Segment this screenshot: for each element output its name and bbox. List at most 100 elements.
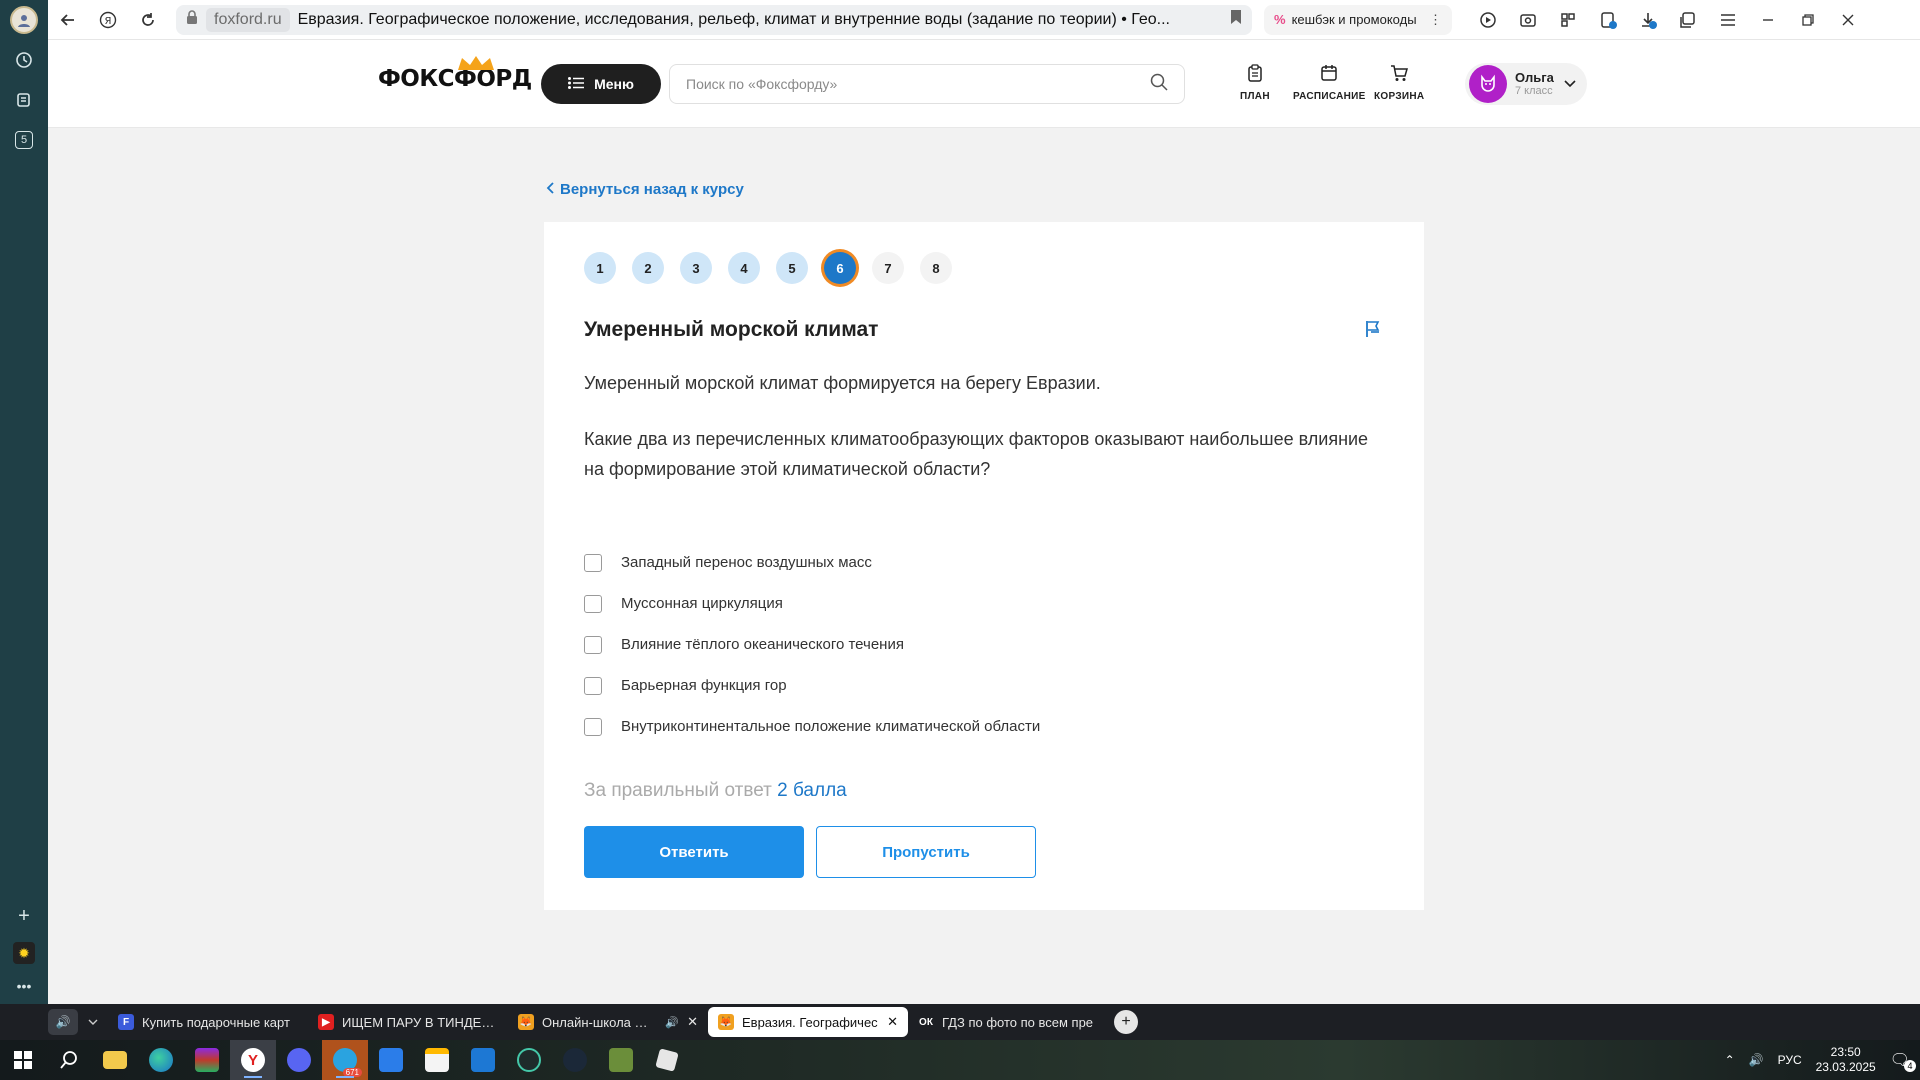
svg-text:Я: Я bbox=[105, 16, 112, 27]
report-flag-icon[interactable] bbox=[1364, 320, 1382, 343]
bookmark-icon[interactable] bbox=[1230, 9, 1242, 30]
collections-icon[interactable] bbox=[10, 86, 38, 114]
step-5[interactable]: 5 bbox=[776, 252, 808, 284]
tab-foxford-school[interactable]: 🦊 Онлайн-школа Фокс 🔊 ✕ bbox=[508, 1007, 708, 1037]
menu-list-icon bbox=[568, 76, 585, 92]
yandex-browser-icon[interactable]: Y bbox=[230, 1040, 276, 1080]
step-3[interactable]: 3 bbox=[680, 252, 712, 284]
system-tray: ⌃ 🔊 РУС 23:50 23.03.2025 🗨 4 bbox=[1725, 1040, 1920, 1080]
checkbox[interactable] bbox=[584, 594, 602, 613]
roblox-icon[interactable] bbox=[644, 1040, 690, 1080]
menu-button[interactable]: Меню bbox=[541, 64, 661, 104]
security-check-icon[interactable] bbox=[1588, 0, 1628, 40]
minecraft-icon[interactable] bbox=[598, 1040, 644, 1080]
game-app-icon[interactable]: ✹ bbox=[13, 942, 35, 964]
tab-dropdown-icon[interactable] bbox=[78, 1009, 108, 1035]
user-grade: 7 класс bbox=[1515, 85, 1553, 97]
cashback-button[interactable]: % кешбэк и промокоды ⋮ bbox=[1264, 4, 1452, 35]
option-2[interactable]: Муссонная циркуляция bbox=[584, 583, 1040, 624]
search-taskbar-icon[interactable] bbox=[46, 1040, 92, 1080]
tab-gift-cards[interactable]: F Купить подарочные карт bbox=[108, 1007, 308, 1037]
option-5[interactable]: Внутриконтинентальное положение климатич… bbox=[584, 706, 1040, 747]
steam-icon[interactable] bbox=[552, 1040, 598, 1080]
tray-expand-icon[interactable]: ⌃ bbox=[1725, 1053, 1735, 1067]
step-8[interactable]: 8 bbox=[920, 252, 952, 284]
checkbox[interactable] bbox=[584, 635, 602, 654]
step-1[interactable]: 1 bbox=[584, 252, 616, 284]
file-explorer-icon[interactable] bbox=[92, 1040, 138, 1080]
telegram-icon[interactable]: 671 bbox=[322, 1040, 368, 1080]
profile-avatar[interactable] bbox=[10, 6, 38, 34]
xbox-icon[interactable] bbox=[506, 1040, 552, 1080]
site-search[interactable] bbox=[669, 64, 1185, 104]
step-6-current[interactable]: 6 bbox=[824, 252, 856, 284]
clock-time: 23:50 bbox=[1830, 1045, 1861, 1059]
badge-5-icon[interactable]: 5 bbox=[10, 126, 38, 154]
hamburger-icon[interactable] bbox=[1708, 0, 1748, 40]
history-icon[interactable] bbox=[10, 46, 38, 74]
option-1[interactable]: Западный перенос воздушных масс bbox=[584, 542, 1040, 583]
tab-gdz[interactable]: ОК ГДЗ по фото по всем пре bbox=[908, 1007, 1108, 1037]
nav-plan-label: ПЛАН bbox=[1240, 91, 1270, 102]
tabs-icon[interactable] bbox=[1668, 0, 1708, 40]
tab-favicon: ОК bbox=[918, 1014, 934, 1030]
notepad-icon[interactable] bbox=[460, 1040, 506, 1080]
back-arrow-icon[interactable] bbox=[48, 0, 88, 40]
option-3[interactable]: Влияние тёплого океанического течения bbox=[584, 624, 1040, 665]
close-window-icon[interactable] bbox=[1828, 0, 1868, 40]
search-input[interactable] bbox=[686, 76, 1150, 92]
tab-close-icon[interactable]: ✕ bbox=[887, 1014, 898, 1030]
logo-text: ФОКСФОРД bbox=[378, 66, 532, 92]
store-icon[interactable] bbox=[414, 1040, 460, 1080]
option-label: Влияние тёплого океанического течения bbox=[621, 636, 904, 653]
restore-icon[interactable] bbox=[1788, 0, 1828, 40]
language-indicator[interactable]: РУС bbox=[1778, 1053, 1802, 1067]
nav-plan[interactable]: ПЛАН bbox=[1240, 64, 1270, 102]
app-window-icon[interactable] bbox=[368, 1040, 414, 1080]
add-icon[interactable]: + bbox=[18, 905, 30, 928]
browser-toolbar: Я foxford.ru Евразия. Географическое пол… bbox=[48, 0, 1920, 40]
tab-youtube[interactable]: ▶ ИЩЕМ ПАРУ В ТИНДЕРЕ bbox=[308, 1007, 508, 1037]
option-4[interactable]: Барьерная функция гор bbox=[584, 665, 1040, 706]
winrar-icon[interactable] bbox=[184, 1040, 230, 1080]
yandex-icon[interactable]: Я bbox=[88, 0, 128, 40]
skip-button[interactable]: Пропустить bbox=[816, 826, 1036, 878]
telegram-badge: 671 bbox=[342, 1068, 362, 1077]
tab-eurasia-active[interactable]: 🦊 Евразия. Географичес ✕ bbox=[708, 1007, 908, 1037]
minimize-icon[interactable] bbox=[1748, 0, 1788, 40]
downloads-icon[interactable] bbox=[1628, 0, 1668, 40]
start-icon[interactable] bbox=[0, 1040, 46, 1080]
tab-close-icon[interactable]: ✕ bbox=[687, 1014, 698, 1030]
new-tab-icon[interactable]: + bbox=[1114, 1010, 1138, 1034]
notifications-icon[interactable]: 🗨 4 bbox=[1890, 1050, 1916, 1072]
reload-icon[interactable] bbox=[128, 0, 168, 40]
more-icon[interactable]: ••• bbox=[17, 978, 32, 994]
screenshot-icon[interactable] bbox=[1508, 0, 1548, 40]
tab-audio-icon[interactable]: 🔊 bbox=[665, 1016, 679, 1029]
answer-button[interactable]: Ответить bbox=[584, 826, 804, 878]
volume-icon[interactable]: 🔊 bbox=[1749, 1053, 1764, 1067]
back-to-course-link[interactable]: Вернуться назад к курсу bbox=[546, 181, 744, 198]
clock[interactable]: 23:50 23.03.2025 bbox=[1816, 1045, 1876, 1075]
nav-schedule[interactable]: РАСПИСАНИЕ bbox=[1293, 64, 1366, 102]
address-bar[interactable]: foxford.ru Евразия. Географическое полож… bbox=[176, 4, 1252, 35]
step-2[interactable]: 2 bbox=[632, 252, 664, 284]
step-4[interactable]: 4 bbox=[728, 252, 760, 284]
foxford-logo[interactable]: ФОКСФОРД bbox=[378, 56, 532, 92]
checkbox[interactable] bbox=[584, 676, 602, 695]
video-translate-icon[interactable] bbox=[1468, 0, 1508, 40]
speaker-icon[interactable]: 🔊 bbox=[48, 1009, 78, 1035]
answer-options: Западный перенос воздушных масс Муссонна… bbox=[584, 542, 1040, 747]
user-menu[interactable]: Ольга 7 класс bbox=[1465, 63, 1587, 105]
discord-icon[interactable] bbox=[276, 1040, 322, 1080]
step-navigator: 1 2 3 4 5 6 7 8 bbox=[584, 252, 952, 284]
step-7[interactable]: 7 bbox=[872, 252, 904, 284]
nav-cart[interactable]: КОРЗИНА bbox=[1374, 64, 1424, 102]
kebab-icon[interactable]: ⋮ bbox=[1429, 12, 1442, 28]
checkbox[interactable] bbox=[584, 717, 602, 736]
task-title: Умеренный морской климат bbox=[584, 318, 879, 341]
extensions-icon[interactable] bbox=[1548, 0, 1588, 40]
checkbox[interactable] bbox=[584, 553, 602, 572]
edge-icon[interactable] bbox=[138, 1040, 184, 1080]
search-icon[interactable] bbox=[1150, 73, 1168, 96]
